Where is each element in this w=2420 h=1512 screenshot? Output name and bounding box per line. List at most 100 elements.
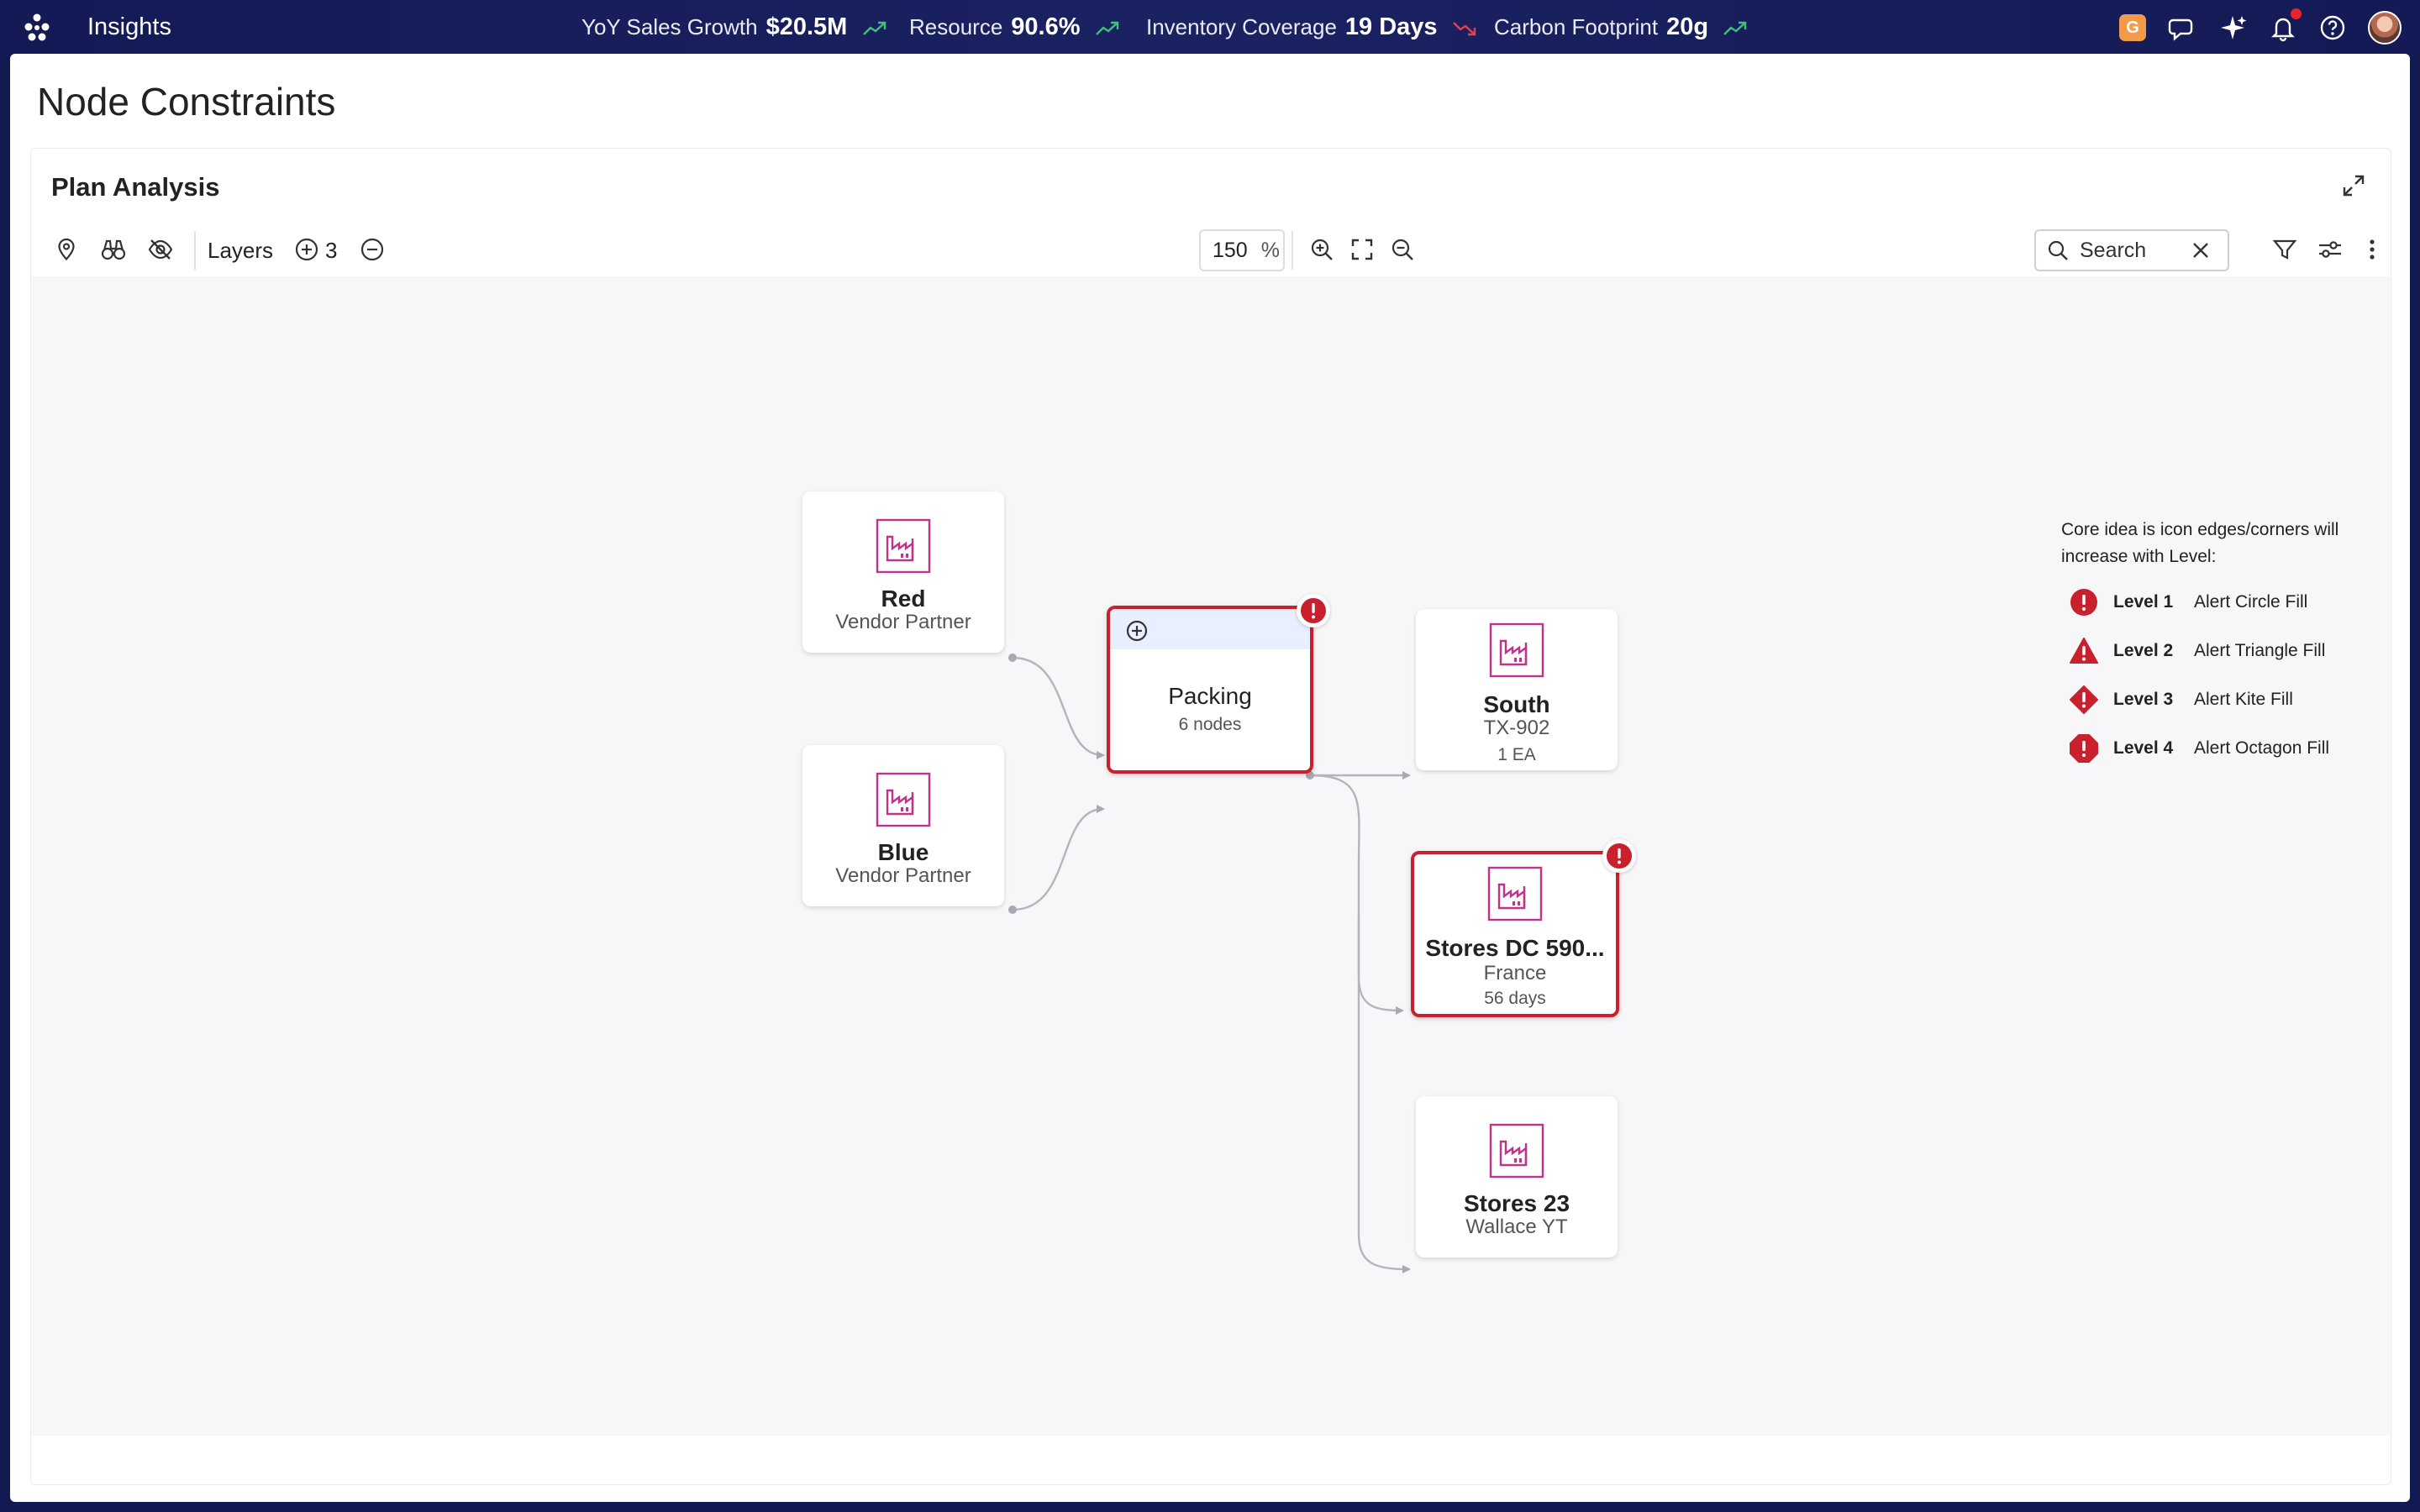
factory-icon — [876, 518, 931, 574]
zoom-out-icon — [1392, 239, 1413, 260]
filter-button[interactable] — [2268, 233, 2302, 266]
node-stores-23[interactable]: Stores 23 Wallace YT — [1416, 1096, 1618, 1257]
graph-edges — [1008, 654, 1411, 1273]
location-pin-button[interactable] — [50, 233, 83, 266]
alert-level-legend: Core idea is icon edges/corners will inc… — [2061, 517, 2364, 763]
fit-to-screen-button[interactable] — [1345, 233, 1379, 266]
metric-resource[interactable]: Resource 90.6% — [909, 13, 1120, 41]
layers-increase-button[interactable] — [290, 233, 324, 266]
more-options-button[interactable] — [2355, 233, 2389, 266]
node-blue[interactable]: Blue Vendor Partner — [802, 745, 1004, 906]
legend-item-level-4: Level 4 Alert Octagon Fill — [2070, 732, 2329, 765]
search-input[interactable] — [2078, 237, 2191, 264]
eye-off-icon — [148, 239, 173, 260]
toolbar-divider — [194, 231, 196, 270]
layers-decrease-button[interactable] — [355, 233, 389, 266]
g-app-badge[interactable]: G — [2119, 14, 2146, 41]
app-logo-icon[interactable] — [22, 12, 52, 42]
alert-circle-fill-icon — [2070, 589, 2097, 616]
metric-yoy-sales-growth[interactable]: YoY Sales Growth $20.5M — [581, 13, 887, 41]
edge-packing-storesdc — [1309, 774, 1404, 1015]
alert-badge[interactable] — [1602, 839, 1636, 873]
help-icon[interactable] — [2319, 14, 2346, 41]
node-meta: 56 days — [1484, 989, 1546, 1008]
clear-search-icon[interactable] — [2191, 240, 2211, 260]
legend-item-level-2: Level 2 Alert Triangle Fill — [2070, 634, 2325, 668]
zoom-value: 150 — [1213, 238, 1248, 262]
metric-label: Resource — [909, 14, 1003, 39]
fit-screen-icon — [1351, 239, 1373, 260]
search-field[interactable] — [2034, 229, 2229, 271]
graph-canvas[interactable]: Red Vendor Partner Blue Vendor Partner P… — [31, 276, 2391, 1436]
metric-label: Inventory Coverage — [1146, 14, 1337, 39]
metric-value: $20.5M — [765, 13, 848, 40]
node-subtitle: Vendor Partner — [835, 864, 971, 887]
node-red[interactable]: Red Vendor Partner — [802, 491, 1004, 653]
legend-item-level-3: Level 3 Alert Kite Fill — [2070, 683, 2293, 717]
node-name: Stores 23 — [1463, 1190, 1570, 1216]
node-subtitle: France — [1483, 962, 1547, 984]
edge-blue-packing — [1012, 805, 1105, 911]
factory-icon — [1489, 1123, 1544, 1179]
legend-level: Level 3 — [2113, 690, 2174, 709]
settings-button[interactable] — [2313, 233, 2347, 266]
metric-value: 19 Days — [1344, 13, 1438, 40]
legend-level: Level 4 — [2113, 738, 2174, 758]
alert-badge[interactable] — [1297, 594, 1330, 627]
zoom-in-button[interactable] — [1305, 233, 1339, 266]
trend-down-icon — [1452, 22, 1476, 36]
plan-analysis-card: Plan Analysis Layers 3 150 % Search Red … — [30, 148, 2391, 1485]
alert-octagon-fill-icon — [2070, 734, 2098, 763]
avatar[interactable] — [2368, 11, 2402, 45]
node-subtitle: TX-902 — [1483, 717, 1550, 739]
node-name: Red — [881, 585, 926, 612]
trend-up-icon — [1095, 21, 1118, 35]
minus-circle-icon — [360, 238, 384, 261]
sliders-icon — [2319, 241, 2341, 258]
node-meta: 1 EA — [1497, 745, 1536, 764]
metric-value: 90.6% — [1011, 13, 1081, 40]
node-subtitle: Wallace YT — [1465, 1215, 1568, 1238]
node-stores-dc[interactable]: Stores DC 590... France 56 days — [1411, 839, 1636, 1017]
zoom-level-input[interactable]: 150 % — [1199, 229, 1285, 271]
hide-button[interactable] — [144, 233, 177, 266]
node-name: Blue — [877, 839, 929, 865]
expand-icon[interactable] — [2342, 174, 2365, 197]
trend-up-icon — [1723, 21, 1747, 35]
page: Node Constraints Plan Analysis Layers 3 … — [10, 54, 2410, 1502]
card-title: Plan Analysis — [51, 172, 220, 202]
app-title[interactable]: Insights — [87, 13, 171, 41]
metric-carbon-footprint[interactable]: Carbon Footprint 20g — [1494, 13, 1748, 41]
node-south[interactable]: South TX-902 1 EA — [1416, 609, 1618, 770]
factory-icon — [1489, 622, 1544, 678]
zoom-out-button[interactable] — [1386, 233, 1419, 266]
header-actions: G — [2097, 8, 2402, 45]
expand-group-icon[interactable] — [1125, 619, 1149, 643]
toolbar-divider — [1292, 231, 1293, 270]
legend-label: Alert Octagon Fill — [2194, 738, 2330, 758]
legend-level: Level 1 — [2113, 592, 2174, 612]
zoom-unit: % — [1260, 238, 1280, 262]
notification-dot — [2291, 8, 2302, 19]
binoculars-button[interactable] — [97, 233, 130, 266]
legend-note: Core idea is icon edges/corners will inc… — [2061, 520, 2339, 566]
graph-toolbar: Layers 3 150 % — [31, 226, 2391, 276]
top-bar: Insights YoY Sales Growth $20.5M Resource… — [0, 0, 2420, 54]
metric-label: YoY Sales Growth — [581, 14, 758, 39]
node-packing[interactable]: Packing 6 nodes — [1107, 594, 1330, 774]
more-vertical-icon — [2370, 239, 2375, 260]
search-icon — [2048, 240, 2068, 260]
layers-label: Layers — [208, 238, 274, 263]
factory-icon — [1487, 866, 1543, 921]
plus-circle-icon — [295, 238, 318, 261]
edge-packing-stores23 — [1357, 915, 1411, 1273]
chat-icon[interactable] — [2168, 13, 2196, 42]
metric-value: 20g — [1666, 13, 1709, 40]
binoculars-icon — [101, 239, 126, 260]
metric-inventory-coverage[interactable]: Inventory Coverage 19 Days — [1146, 13, 1477, 41]
notifications-button[interactable] — [2269, 8, 2302, 42]
node-name: Packing — [1168, 683, 1252, 709]
node-subtitle: 6 nodes — [1178, 715, 1242, 734]
legend-label: Alert Triangle Fill — [2194, 641, 2326, 660]
sparkle-icon[interactable] — [2218, 13, 2247, 42]
